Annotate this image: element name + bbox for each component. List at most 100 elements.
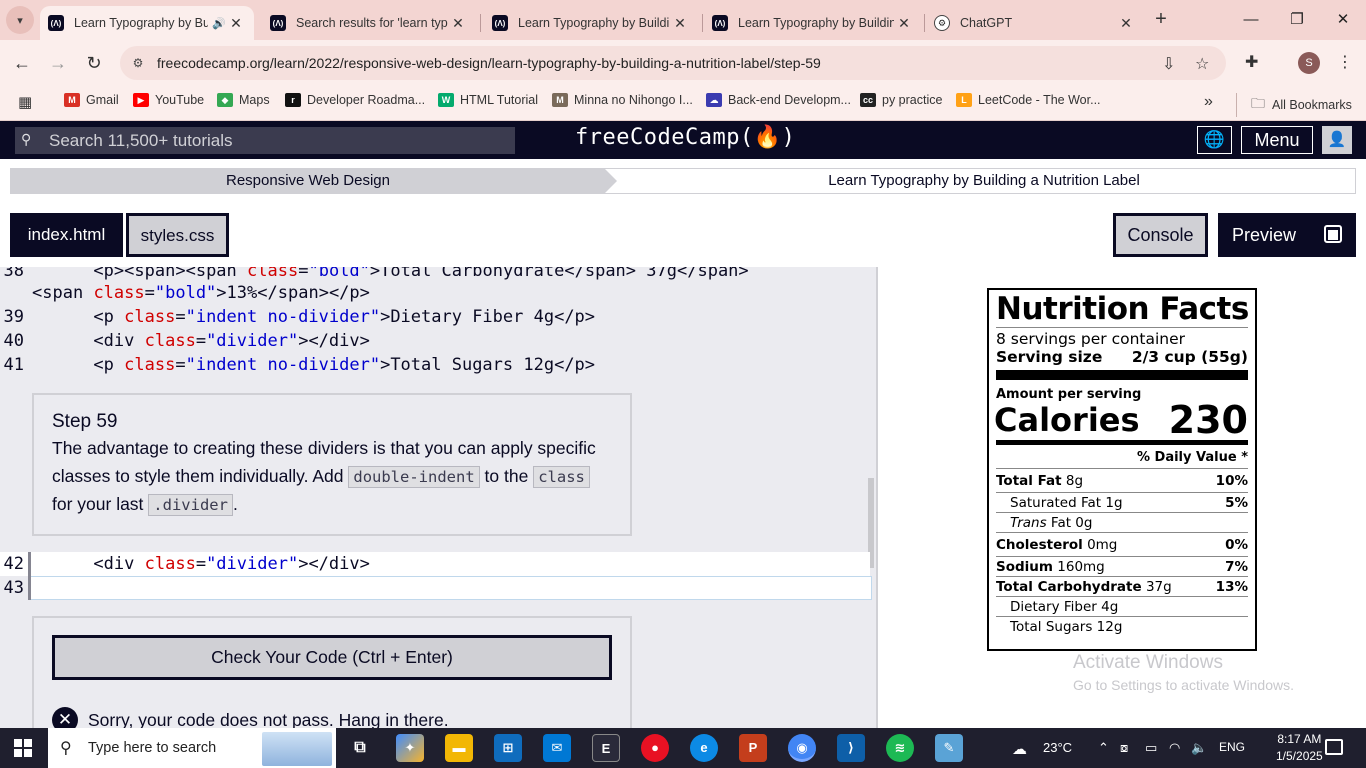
weather-icon[interactable]: ☁ [1012, 740, 1027, 758]
close-tab-icon[interactable]: ✕ [226, 15, 246, 32]
minimize-button[interactable]: — [1228, 0, 1274, 40]
tray-chevron-icon[interactable]: ⌃ [1098, 740, 1109, 756]
tab-search-button[interactable]: ▾ [6, 6, 34, 34]
back-button[interactable]: ← [9, 50, 35, 76]
code-line[interactable]: 41 <p class="indent no-divider">Total Su… [0, 353, 870, 377]
fcc-logo[interactable]: freeCodeCamp(🔥) [575, 125, 795, 150]
vscode-icon[interactable]: ⟩ [837, 734, 865, 762]
all-bookmarks-button[interactable]: 🗀 All Bookmarks [1236, 93, 1352, 117]
task-view-icon[interactable]: ⧉ [346, 734, 374, 762]
nutrient-daily-value: 5% [1225, 495, 1248, 511]
volume-icon[interactable]: 🔈 [1191, 740, 1207, 756]
nutrient-row: Dietary Fiber 4g [996, 596, 1248, 616]
address-bar[interactable]: ⚙ freecodecamp.org/learn/2022/responsive… [120, 46, 1226, 80]
tray-app-icon[interactable]: ⧇ [1120, 740, 1128, 756]
menu-button[interactable]: Menu [1241, 126, 1313, 154]
code-text[interactable]: <div class="divider"></div> [32, 329, 369, 353]
code-line[interactable]: 39 <p class="indent no-divider">Dietary … [0, 305, 870, 329]
windows-start-icon[interactable] [14, 739, 32, 757]
code-line[interactable]: <span class="bold">13%</span></p> [0, 281, 870, 305]
code-line-cursor[interactable] [30, 576, 872, 600]
close-tab-icon[interactable]: ✕ [1116, 15, 1136, 32]
close-tab-icon[interactable]: ✕ [670, 15, 690, 32]
new-tab-button[interactable]: + [1150, 8, 1172, 30]
code-line[interactable]: 42 <div class="divider"></div> [0, 552, 870, 576]
terminal-icon[interactable]: E [592, 734, 620, 762]
bookmark-maps[interactable]: ◆ Maps [217, 93, 270, 107]
extensions-icon[interactable]: ✚ [1245, 52, 1258, 72]
youtube-icon: ▶ [133, 93, 149, 107]
media-player-icon[interactable]: ● [641, 734, 669, 762]
preview-label: Preview [1232, 225, 1297, 245]
bookmark-star-icon[interactable]: ☆ [1195, 54, 1209, 74]
edge-icon[interactable]: e [690, 734, 718, 762]
notification-center-icon[interactable] [1325, 739, 1343, 755]
bookmark-developer-roadmap[interactable]: r Developer Roadma... [285, 93, 425, 107]
url-text[interactable]: freecodecamp.org/learn/2022/responsive-w… [157, 55, 821, 71]
tab-separator [480, 14, 481, 32]
forward-button[interactable]: → [45, 50, 71, 76]
bookmark-leetcode[interactable]: L LeetCode - The Wor... [956, 93, 1101, 107]
bookmark-gmail[interactable]: M Gmail [64, 93, 119, 107]
bookmark-minna-no-nihongo[interactable]: M Minna no Nihongo I... [552, 93, 693, 107]
powerpoint-icon[interactable]: P [739, 734, 767, 762]
check-code-button[interactable]: Check Your Code (Ctrl + Enter) [52, 635, 612, 680]
reload-button[interactable]: ↻ [81, 50, 107, 76]
language-indicator[interactable]: ENG [1219, 740, 1245, 754]
pane-divider[interactable] [876, 267, 878, 728]
more-bookmarks-icon[interactable]: » [1204, 93, 1213, 111]
profile-avatar[interactable]: S [1298, 52, 1320, 74]
tutorial-search[interactable]: ⚲ [15, 127, 515, 154]
bookmark-backend-development[interactable]: ☁ Back-end Developm... [706, 93, 851, 107]
user-avatar[interactable]: 👤 [1322, 126, 1352, 154]
taskbar-search[interactable]: ⚲ Type here to search [48, 728, 336, 768]
calories-value: 230 [1168, 398, 1248, 442]
bookmark-py-practice[interactable]: cc py practice [860, 93, 942, 107]
code-line[interactable]: 40 <div class="divider"></div> [0, 329, 870, 353]
battery-icon[interactable]: ▭ [1145, 740, 1157, 756]
microsoft-store-icon[interactable]: ⊞ [494, 734, 522, 762]
close-tab-icon[interactable]: ✕ [894, 15, 914, 32]
code-text[interactable]: <p class="indent no-divider">Total Sugar… [32, 353, 595, 377]
code-text[interactable]: <p class="indent no-divider">Dietary Fib… [32, 305, 595, 329]
install-app-icon[interactable]: ⇩ [1162, 54, 1175, 74]
file-explorer-icon[interactable]: ▬ [445, 734, 473, 762]
close-window-button[interactable]: ✕ [1320, 0, 1366, 40]
close-tab-icon[interactable]: ✕ [448, 15, 468, 32]
spotify-icon[interactable]: ≋ [886, 734, 914, 762]
bookmark-html-tutorial[interactable]: W HTML Tutorial [438, 93, 538, 107]
browser-tab-5[interactable]: ⚙ ChatGPT ✕ [926, 6, 1144, 40]
browser-tab-4[interactable]: (Λ) Learn Typography by Building a Nutri… [704, 6, 922, 40]
weather-temp[interactable]: 23°C [1043, 740, 1072, 755]
language-globe-icon[interactable]: 🌐 [1197, 126, 1232, 154]
code-text[interactable]: <span class="bold">13%</span></p> [32, 281, 370, 305]
notepad-icon[interactable]: ✎ [935, 734, 963, 762]
clock-date: 1/5/2025 [1276, 749, 1323, 763]
site-info-icon[interactable]: ⚙ [130, 55, 146, 71]
restore-button[interactable]: ❐ [1274, 0, 1320, 40]
mail-icon[interactable]: ✉ [543, 734, 571, 762]
thick-divider [996, 370, 1248, 380]
wifi-icon[interactable]: ◠ [1169, 740, 1180, 756]
chrome-icon[interactable]: ◉ [788, 734, 816, 762]
code-line-editable[interactable]: 42 <div class="divider"></div> [0, 552, 870, 576]
speaker-icon[interactable]: 🔊 [212, 17, 226, 30]
browser-tab-1[interactable]: (Λ) Learn Typography by Building a Nutri… [40, 6, 254, 40]
search-input[interactable] [49, 127, 509, 154]
breadcrumb-course[interactable]: Responsive Web Design [11, 169, 617, 193]
bookmark-youtube[interactable]: ▶ YouTube [133, 93, 204, 107]
console-button[interactable]: Console [1113, 213, 1208, 257]
copilot-icon[interactable]: ✦ [396, 734, 424, 762]
code-text[interactable]: <div class="divider"></div> [32, 552, 369, 576]
browser-tab-2[interactable]: (Λ) Search results for 'learn typography… [262, 6, 476, 40]
search-icon: ⚲ [60, 740, 72, 757]
tab-styles-css[interactable]: styles.css [126, 213, 229, 257]
breadcrumb-project[interactable]: Learn Typography by Building a Nutrition… [611, 169, 1357, 193]
preview-button[interactable]: Preview [1218, 213, 1356, 257]
browser-tab-3[interactable]: (Λ) Learn Typography by Building a Nutri… [484, 6, 698, 40]
kebab-menu-icon[interactable]: ⋮ [1337, 52, 1353, 72]
system-clock[interactable]: 8:17 AM 1/5/2025 [1276, 731, 1323, 765]
tab-title: Learn Typography by Building a Nutrition… [518, 16, 670, 30]
apps-grid-icon[interactable]: ▦ [18, 93, 32, 111]
tab-index-html[interactable]: index.html [10, 213, 123, 257]
